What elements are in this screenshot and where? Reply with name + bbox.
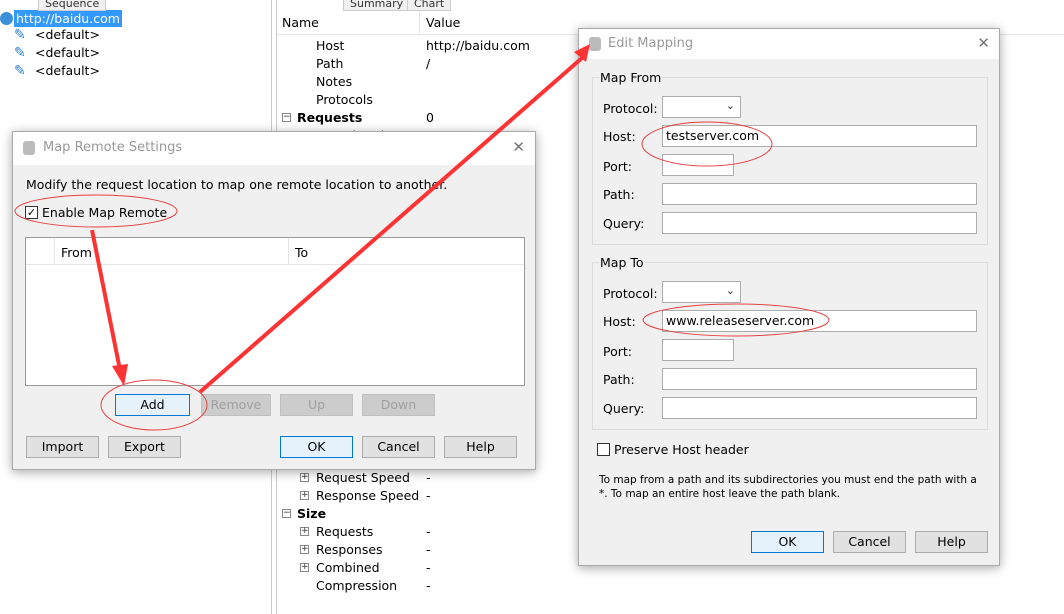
annotation-overlay — [14, 44, 830, 431]
tab-summary[interactable]: Summary — [343, 0, 411, 11]
tab-sequence[interactable]: Sequence — [38, 0, 107, 11]
annotation-ellipse-to-host — [642, 303, 830, 337]
annotation-arrow-to-add — [90, 229, 122, 371]
annotation-ellipse-from-host — [641, 121, 773, 167]
annotation-ellipse-add — [100, 379, 208, 431]
annotation-ellipse-enable — [14, 194, 178, 228]
annotation-arrowhead — [112, 364, 128, 386]
tab-chart[interactable]: Chart — [407, 0, 452, 11]
annotation-arrow-to-edit — [198, 56, 584, 394]
